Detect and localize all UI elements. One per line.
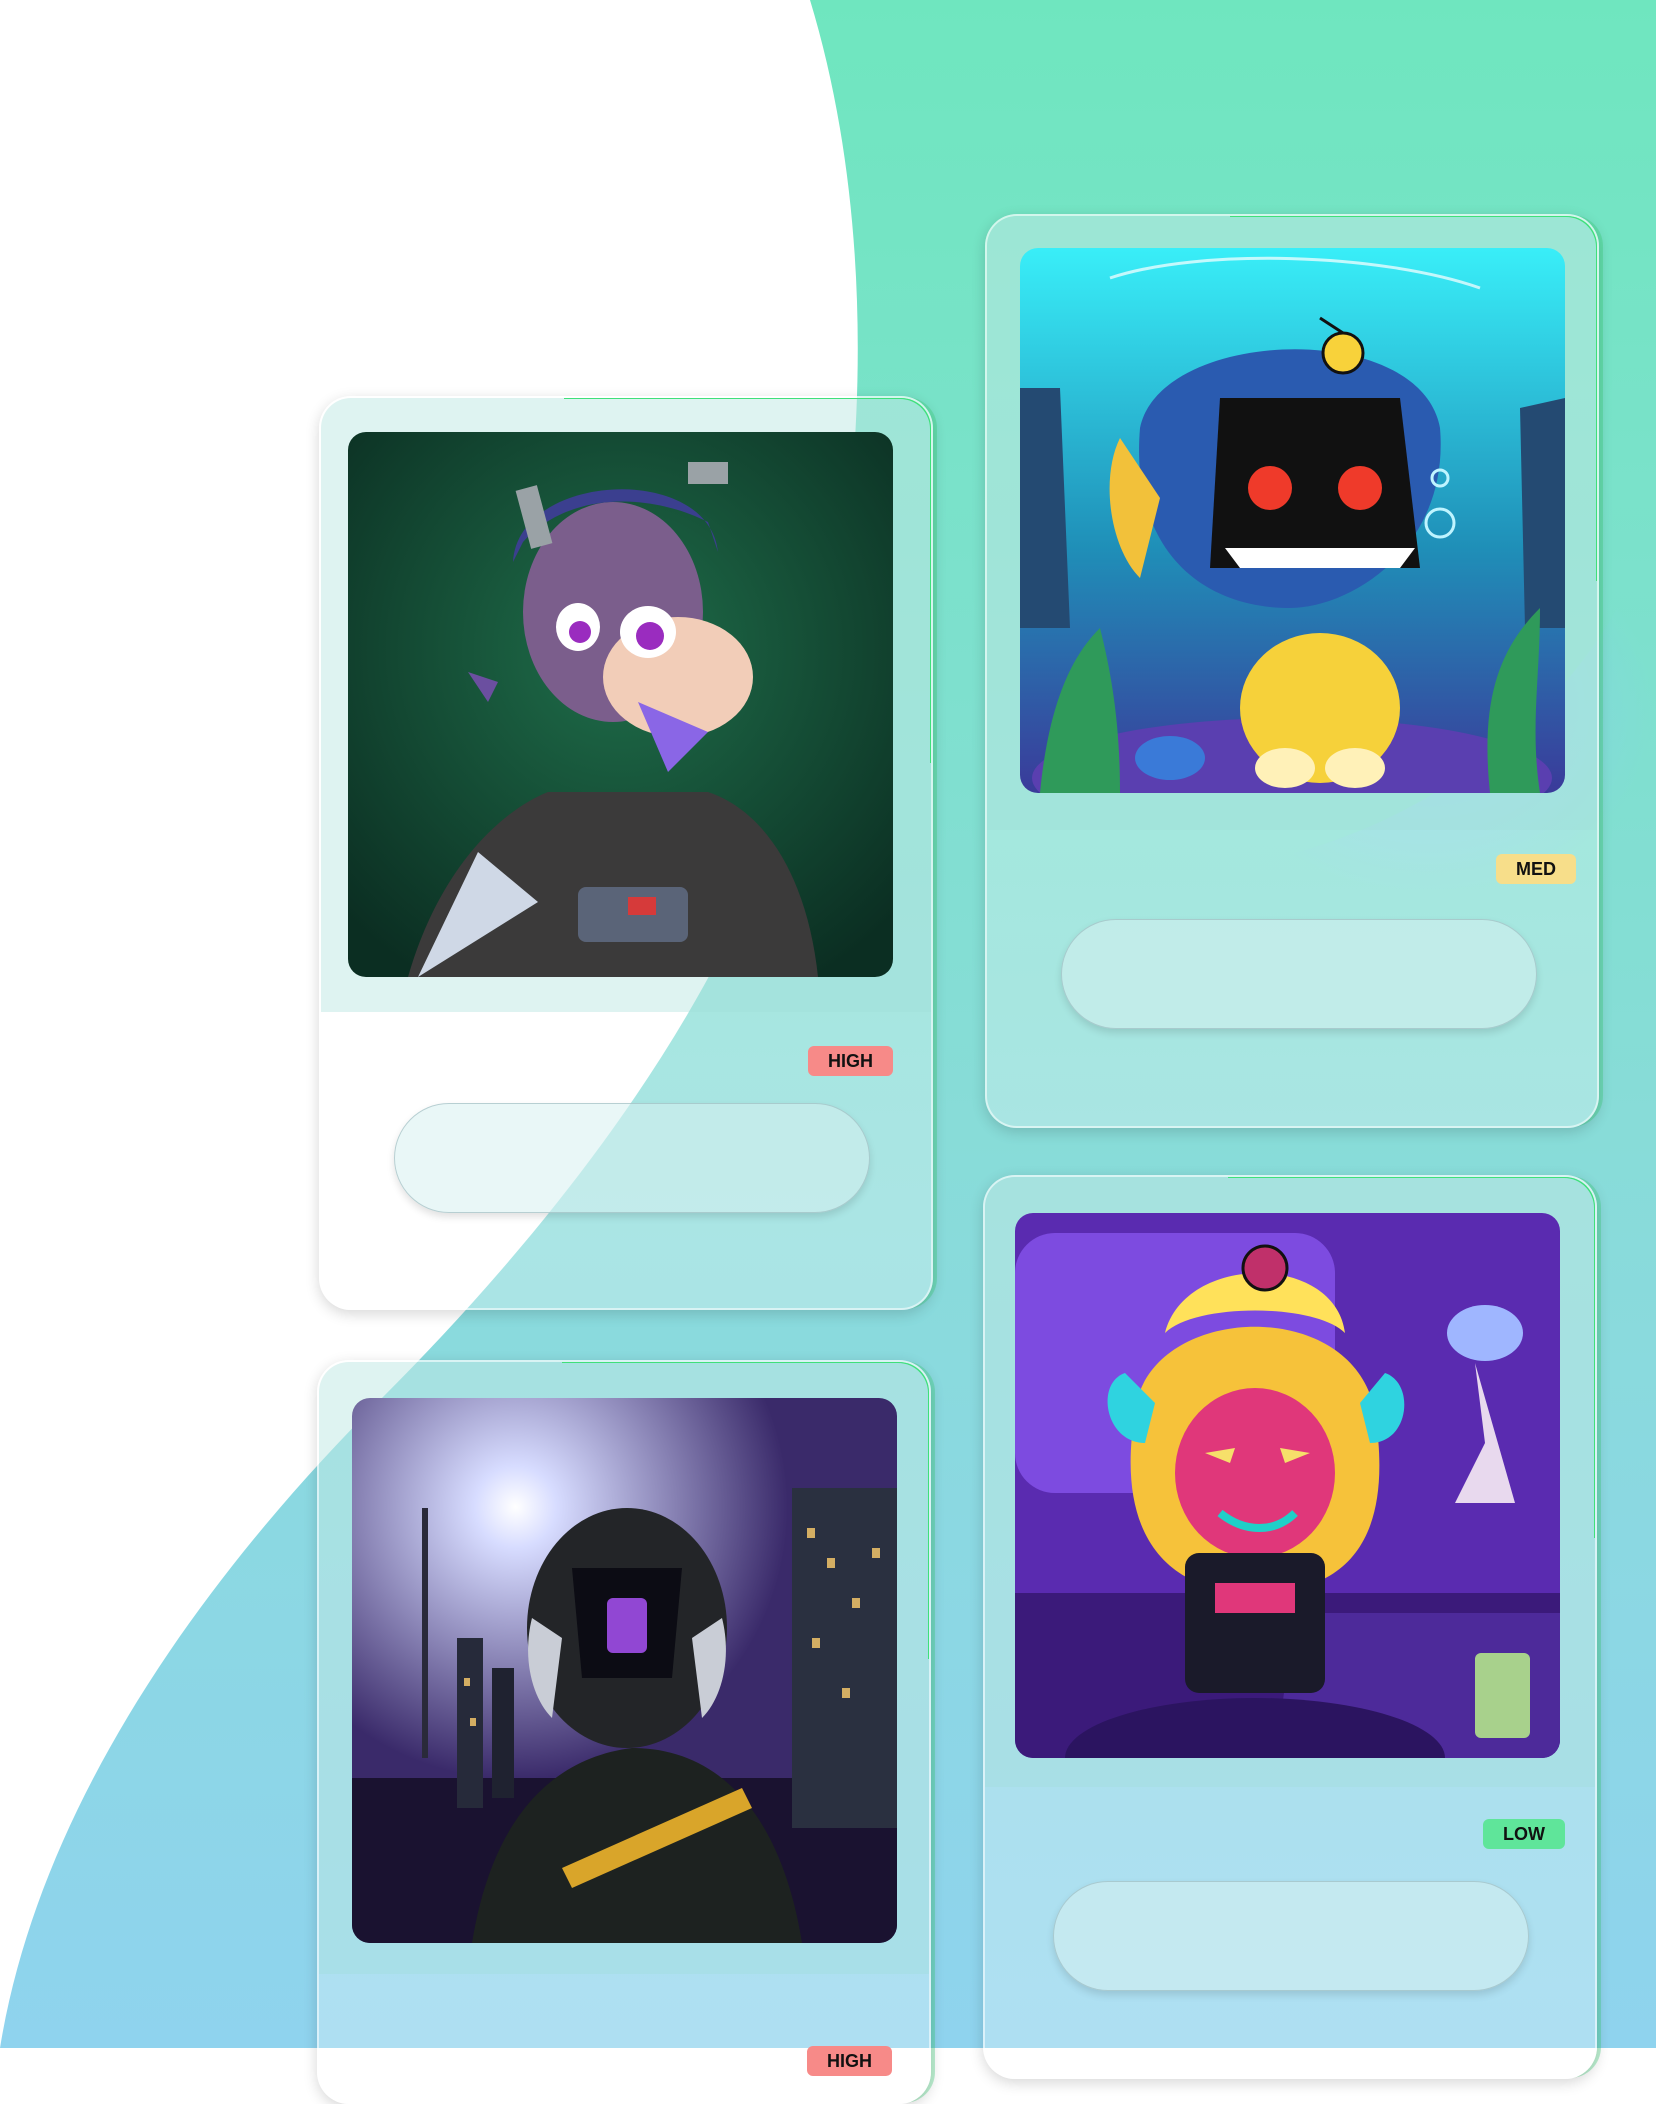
nft-card-1[interactable]: HIGH (319, 396, 933, 1310)
action-button[interactable] (1061, 919, 1537, 1029)
action-button[interactable] (394, 1103, 870, 1213)
nft-image[interactable] (1015, 1213, 1560, 1758)
nft-card-3[interactable]: LOW (983, 1175, 1597, 2079)
risk-badge: HIGH (807, 2046, 892, 2076)
nft-image[interactable] (348, 432, 893, 977)
nft-image[interactable] (1020, 248, 1565, 793)
nft-card-4[interactable]: HIGH (317, 1360, 931, 2104)
risk-badge: HIGH (808, 1046, 893, 1076)
nft-card-2[interactable]: MED (985, 214, 1599, 1128)
risk-badge: MED (1496, 854, 1576, 884)
nft-image[interactable] (352, 1398, 897, 1943)
risk-badge: LOW (1483, 1819, 1565, 1849)
action-button[interactable] (1053, 1881, 1529, 1991)
